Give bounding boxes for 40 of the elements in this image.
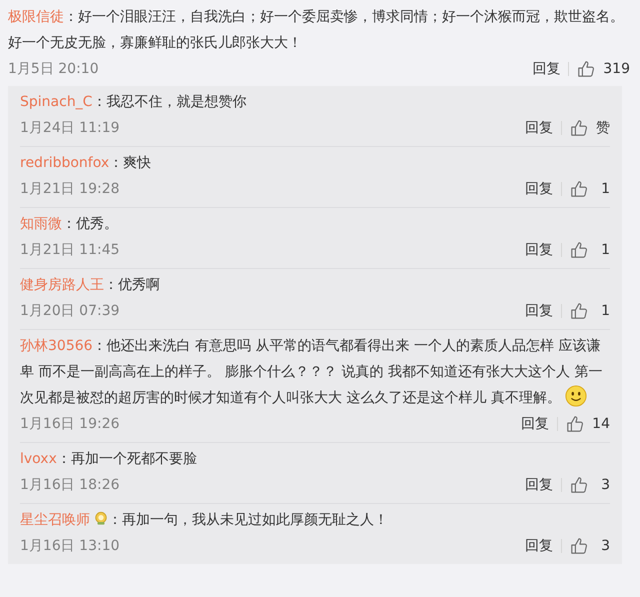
thumbs-up-icon[interactable] xyxy=(566,415,584,433)
thumbs-up-icon[interactable] xyxy=(570,537,588,555)
reply-button[interactable]: 回复 xyxy=(521,415,550,433)
reply-text: 健身房路人王：优秀啊 xyxy=(20,276,161,295)
like-count: 1 xyxy=(600,181,610,197)
reply-text: Spinach_C：我忍不住，就是想赞你 xyxy=(20,93,248,112)
reply-button[interactable]: 回复 xyxy=(532,60,560,78)
thumbs-up-icon[interactable] xyxy=(570,302,588,320)
like-count: 赞 xyxy=(596,119,610,137)
timestamp: 1月21日 19:28 xyxy=(20,180,120,198)
reply-button[interactable]: 回复 xyxy=(525,476,553,494)
like-count: 1 xyxy=(600,303,610,319)
timestamp: 1月16日 19:26 xyxy=(20,415,120,433)
timestamp: 1月24日 11:19 xyxy=(20,119,120,137)
reply-text: 星尘召唤师 ：再加一句，我从未见过如此厚颜无耻之人！ xyxy=(20,510,389,530)
reply-button[interactable]: 回复 xyxy=(525,119,553,137)
reply-text: lvoxx：再加一个死都不要脸 xyxy=(20,450,198,469)
reply-button[interactable]: 回复 xyxy=(525,241,553,259)
timestamp: 1月16日 13:10 xyxy=(20,537,120,555)
reply-button[interactable]: 回复 xyxy=(525,302,553,320)
reply-button[interactable]: 回复 xyxy=(525,180,553,198)
thumbs-up-icon[interactable] xyxy=(570,241,588,259)
reply-text: redribbonfox：爽快 xyxy=(20,154,152,173)
thumbs-up-icon[interactable] xyxy=(570,180,588,198)
like-count: 3 xyxy=(600,538,610,554)
timestamp: 1月16日 18:26 xyxy=(20,476,120,494)
like-count: 1 xyxy=(600,242,610,258)
timestamp: 1月5日 20:10 xyxy=(8,60,99,78)
timestamp: 1月21日 11:45 xyxy=(20,241,120,259)
thumbs-up-icon[interactable] xyxy=(570,476,588,494)
thumbs-up-icon[interactable] xyxy=(577,60,596,78)
reply-text: 孙林30566：他还出来洗白 有意思吗 从平常的语气都看得出来 一个人的素质人品怎样 应该谦卑 而不是一副高高在上的样子。 膨胀个什么？？？ 说真的 我都不知道还有张大大这个人 第一次见都是被怼的超厉害的时候才知道有个人叫张大大 这么久了还是这个样儿 真不理解。 xyxy=(20,337,604,409)
timestamp: 1月20日 07:39 xyxy=(20,302,120,320)
thumbs-up-icon[interactable] xyxy=(570,119,588,137)
reply-text: 知雨微：优秀。 xyxy=(20,215,119,234)
comment-text: 极限信徒：好一个泪眼汪汪，自我洗白；好一个委屈卖惨，博求同情；好一个沐猴而冠，欺世盗名。好一个无皮无脸，寡廉鲜耻的张氏儿郎张大大！ xyxy=(8,8,625,53)
reply-button[interactable]: 回复 xyxy=(525,537,553,555)
like-count: 14 xyxy=(592,416,610,432)
like-count: 319 xyxy=(603,61,630,77)
like-count: 3 xyxy=(600,477,610,493)
